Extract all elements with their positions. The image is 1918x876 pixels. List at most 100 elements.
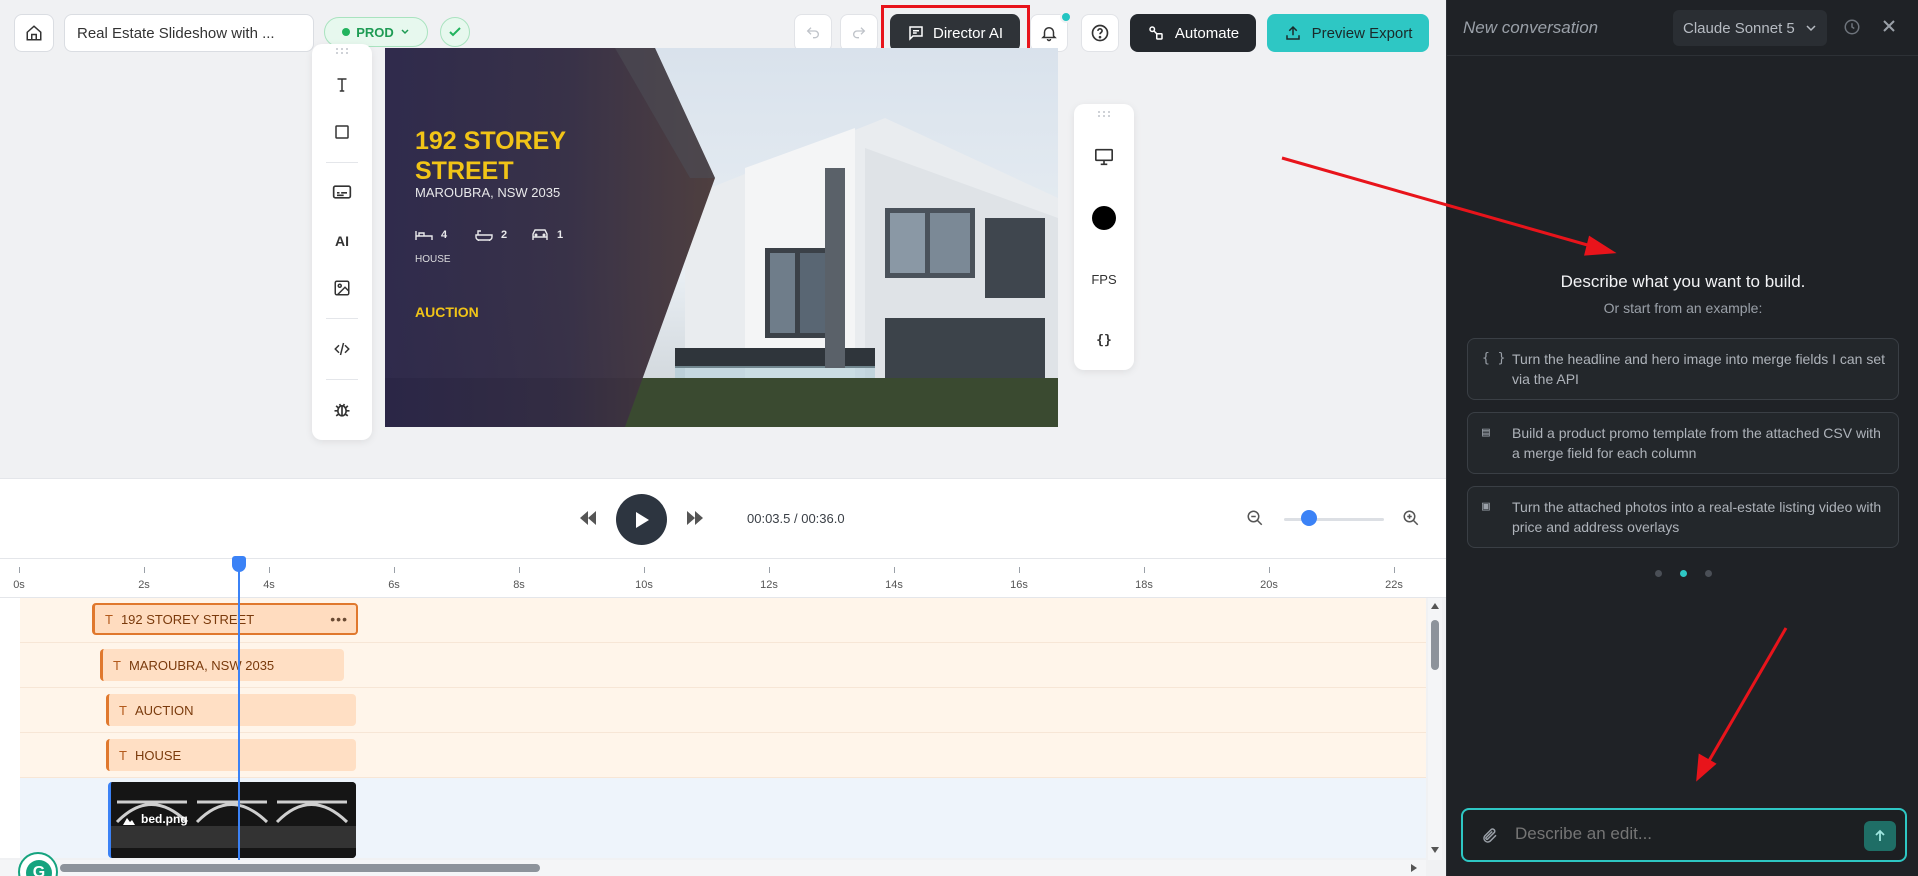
redo-button[interactable] [840, 14, 878, 52]
zoom-out-button[interactable] [1246, 509, 1264, 532]
ruler-tick-label: 0s [13, 579, 25, 591]
shape-tool-button[interactable] [327, 117, 357, 147]
status-dot-icon [342, 28, 351, 36]
ruler-tick-label: 2s [138, 579, 150, 591]
rewind-button[interactable] [578, 509, 598, 532]
image-clip[interactable]: bed.png [108, 782, 356, 858]
saved-check-button[interactable] [440, 17, 470, 47]
json-editor-button[interactable]: {} [1089, 325, 1119, 355]
playhead-line[interactable] [238, 566, 240, 876]
scroll-right-icon[interactable] [1410, 863, 1418, 873]
track-row: T MAROUBRA, NSW 2035 [20, 643, 1426, 688]
text-tool-button[interactable] [327, 70, 357, 100]
ruler-tick-label: 16s [1010, 579, 1028, 591]
timeline-ruler[interactable]: 0s 2s 4s 6s 8s 10s 12s 14s 16s 18s 20s 22s [0, 558, 1446, 598]
example-prompt-card[interactable]: ▤ Build a product promo template from th… [1467, 412, 1899, 474]
fps-button[interactable]: FPS [1089, 264, 1119, 294]
vertical-scroll-thumb[interactable] [1431, 620, 1439, 670]
clock-icon [1844, 19, 1860, 35]
timeline-clip[interactable]: T MAROUBRA, NSW 2035 [100, 649, 344, 681]
scroll-down-icon[interactable] [1430, 846, 1440, 854]
toolbar-divider [326, 162, 358, 163]
preview-export-label: Preview Export [1311, 24, 1413, 42]
caption-tool-button[interactable] [327, 177, 357, 207]
arrow-up-icon [1875, 829, 1885, 841]
timeline-horizontal-scrollbar[interactable] [0, 860, 1426, 876]
timeline-clip[interactable]: T AUCTION [106, 694, 356, 726]
send-button[interactable] [1864, 821, 1896, 851]
canvas-size-button[interactable] [1089, 142, 1119, 172]
carousel-dot[interactable] [1705, 570, 1712, 577]
close-panel-button[interactable] [1881, 18, 1897, 39]
home-button[interactable] [14, 14, 54, 52]
listing-title[interactable]: 192 STOREY STREET [415, 126, 615, 186]
carousel-dot-active[interactable] [1680, 570, 1687, 577]
text-clip-icon: T [119, 702, 127, 718]
zoom-slider-thumb[interactable] [1301, 510, 1317, 526]
ruler-tick-label: 18s [1135, 579, 1153, 591]
fast-forward-button[interactable] [685, 509, 705, 532]
ai-tool-button[interactable]: AI [327, 226, 357, 256]
notification-dot [1060, 11, 1072, 23]
zoom-slider-track[interactable] [1284, 518, 1384, 521]
environment-select[interactable]: PROD [324, 17, 428, 47]
play-button[interactable] [616, 494, 667, 545]
close-icon [1883, 20, 1895, 32]
carousel-dot[interactable] [1655, 570, 1662, 577]
car-spaces-count: 1 [557, 229, 564, 241]
ruler-tick-label: 12s [760, 579, 778, 591]
ruler-tick [1269, 567, 1270, 573]
carousel-dots [1655, 570, 1712, 577]
clip-label: MAROUBRA, NSW 2035 [128, 657, 275, 673]
play-icon [635, 511, 649, 528]
playhead-handle[interactable] [232, 556, 246, 572]
ruler-tick-label: 10s [635, 579, 653, 591]
zoom-in-button[interactable] [1402, 509, 1420, 532]
timeline-clip[interactable]: T HOUSE [106, 739, 356, 771]
director-ai-panel: New conversation Claude Sonnet 5 Describ… [1446, 0, 1918, 876]
timeline-clip[interactable]: T 192 STOREY STREET ••• [92, 603, 358, 635]
ruler-tick [894, 567, 895, 573]
history-button[interactable] [1843, 18, 1861, 41]
horizontal-scroll-thumb[interactable] [60, 864, 540, 872]
check-icon [449, 27, 461, 37]
help-button[interactable] [1081, 14, 1119, 52]
chat-input-box[interactable] [1461, 808, 1907, 862]
time-readout: 00:03.5 / 00:36.0 [747, 511, 845, 526]
timeline-vertical-scrollbar[interactable] [1428, 598, 1442, 860]
ruler-tick [144, 567, 145, 573]
right-toolbar: FPS {} [1074, 104, 1134, 370]
player-controls: 00:03.5 / 00:36.0 [0, 478, 1446, 558]
debug-tool-button[interactable] [327, 395, 357, 425]
color-swatch-icon [1092, 206, 1116, 230]
chat-input-field[interactable] [1515, 824, 1845, 844]
sale-status[interactable]: AUCTION [415, 304, 479, 320]
text-clip-icon: T [113, 657, 121, 673]
chevron-down-icon [1806, 25, 1816, 32]
drag-handle-icon[interactable] [327, 46, 357, 56]
braces-icon: { } [1482, 351, 1506, 366]
ruler-tick-label: 20s [1260, 579, 1278, 591]
example-prompt-card[interactable]: { } Turn the headline and hero image int… [1467, 338, 1899, 400]
code-tool-button[interactable] [327, 334, 357, 364]
more-options-icon[interactable]: ••• [330, 611, 348, 627]
undo-button[interactable] [794, 14, 832, 52]
model-select[interactable]: Claude Sonnet 5 [1673, 10, 1827, 46]
timeline-tracks: T 192 STOREY STREET ••• T MAROUBRA, NSW … [0, 598, 1426, 858]
video-canvas[interactable]: 192 STOREY STREET MAROUBRA, NSW 2035 4 2… [385, 48, 1058, 427]
background-color-button[interactable] [1089, 203, 1119, 233]
listing-address[interactable]: MAROUBRA, NSW 2035 [415, 185, 560, 200]
help-icon [1091, 24, 1109, 42]
drag-handle-icon[interactable] [1089, 108, 1119, 120]
attach-button[interactable] [1481, 826, 1499, 851]
caption-icon [332, 185, 352, 199]
example-prompt-card[interactable]: ▣ Turn the attached photos into a real-e… [1467, 486, 1899, 548]
automate-button[interactable]: Automate [1130, 14, 1256, 52]
example-prompt-text: Turn the attached photos into a real-est… [1512, 499, 1882, 535]
project-title-input[interactable]: Real Estate Slideshow with ... [64, 14, 314, 52]
preview-export-button[interactable]: Preview Export [1267, 14, 1429, 52]
scroll-up-icon[interactable] [1430, 602, 1440, 610]
property-type[interactable]: HOUSE [415, 254, 451, 265]
monitor-icon [1095, 148, 1113, 166]
image-tool-button[interactable] [327, 273, 357, 303]
